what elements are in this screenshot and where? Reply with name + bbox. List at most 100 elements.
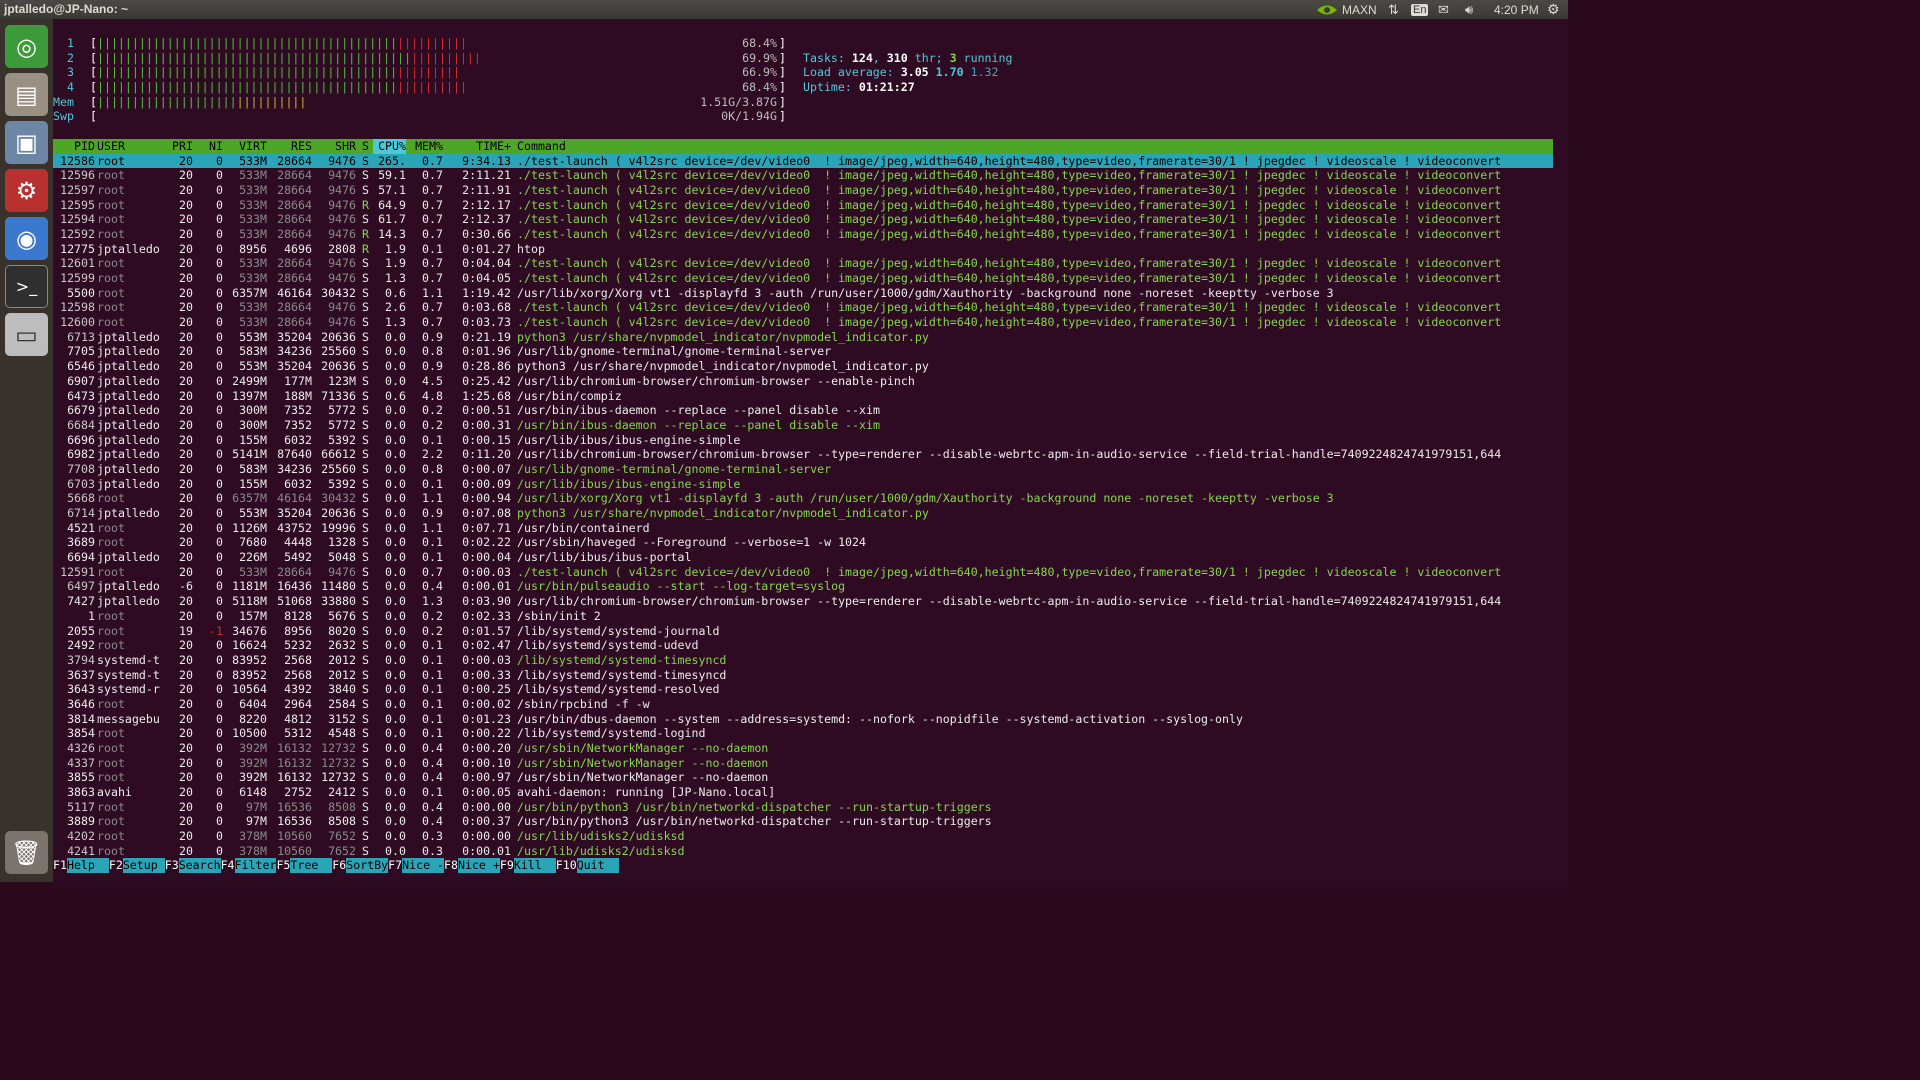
column-header-pri[interactable]: PRI (161, 139, 193, 154)
network-icon[interactable]: ⇅ (1388, 1, 1399, 18)
process-row[interactable]: 4241 root 20 0 378M 10560 7652 S 0.0 0.3 0:00.01/u… (53, 844, 1553, 859)
process-row[interactable]: 4337 root 20 0 392M 16132 12732 S 0.0 0.4 0:00.10 /… (53, 756, 1553, 771)
process-row[interactable]: 6684 jptalledo 20 0 300M 7352 5772 S 0.0 0.2 0:00.… (53, 418, 1553, 433)
fkey-label-f8[interactable]: Nice + (457, 858, 500, 873)
volume-icon[interactable]: 🔊︎ (1465, 1, 1473, 18)
process-row[interactable]: 12596 root 20 0 533M 28664 9476 S 59.1 0.7 2:11.21… (53, 168, 1553, 183)
process-row[interactable]: 6694 jptalledo 20 0 226M 5492 5048 S 0.0 0.1 0:00.… (53, 550, 1553, 565)
process-row[interactable]: 3637 systemd-t 20 0 83952 2568 2012 S 0.0 0.1 0:00… (53, 668, 1553, 683)
process-row[interactable]: 12600 root 20 0 533M 28664 9476 S 1.3 0.7 0:03.73.… (53, 315, 1553, 330)
process-row[interactable]: 5668 root 20 0 6357M 46164 30432 S 0.0 1.1 0:00.94… (53, 491, 1553, 506)
process-row[interactable]: 6713 jptalledo 20 0 553M 35204 20636 S 0.0 0.9 0:2… (53, 330, 1553, 345)
power-mode-label[interactable]: MAXN (1342, 1, 1377, 18)
ubuntu-home-icon[interactable]: ◎ (5, 25, 48, 68)
process-row[interactable]: 7427 jptalledo 20 0 5118M 51068 33880 S 0.0 1.3 0:… (53, 594, 1553, 609)
column-header-virt[interactable]: VIRT (223, 139, 267, 154)
column-header-ni[interactable]: NI (193, 139, 223, 154)
process-row[interactable]: 4521 root 20 0 1126M 43752 19996 S 0.0 1.1 0:07.71… (53, 521, 1553, 536)
column-header-user[interactable]: USER (97, 139, 167, 154)
fkey-f4[interactable]: F4 (221, 858, 235, 872)
fkey-label-f4[interactable]: Filter (234, 858, 277, 873)
process-row[interactable]: 4202 root 20 0 378M 10560 7652 S 0.0 0.3 0:00.00/u… (53, 829, 1553, 844)
process-row[interactable]: 5500 root 20 0 6357M 46164 30432 S 0.6 1.1 1:19.42… (53, 286, 1553, 301)
process-row[interactable]: 2055 root 19 -1 34676 8956 8020 S 0.0 0.2 0:01.57 /… (53, 624, 1553, 639)
process-row[interactable]: 3889 root 20 0 97M 16536 8508 S 0.0 0.4 0:00.37/us… (53, 814, 1553, 829)
fkey-f9[interactable]: F9 (500, 858, 514, 872)
process-row[interactable]: 3863 avahi 20 0 6148 2752 2412 S 0.0 0.1 0:00.05 av… (53, 785, 1553, 800)
fkey-f7[interactable]: F7 (388, 858, 402, 872)
process-row[interactable]: 6679 jptalledo 20 0 300M 7352 5772 S 0.0 0.2 0:00.… (53, 403, 1553, 418)
process-row[interactable]: 6696 jptalledo 20 0 155M 6032 5392 S 0.0 0.1 0:00.… (53, 433, 1553, 448)
files-icon[interactable]: ▤ (5, 73, 48, 116)
column-header-time[interactable]: TIME+ (445, 139, 511, 154)
clock[interactable]: 4:20 PM (1494, 1, 1539, 18)
column-header-shr[interactable]: SHR (312, 139, 356, 154)
drive-icon[interactable]: ▭ (5, 313, 48, 356)
process-row[interactable]: 12775 jptalledo 20 0 8956 4696 2808 R 1.9 0.1 0:01… (53, 242, 1553, 257)
fkey-label-f2[interactable]: Setup (122, 858, 165, 873)
fkey-f6[interactable]: F6 (332, 858, 346, 872)
process-row[interactable]: 3814 messagebu 20 0 8220 4812 3152 S 0.0 0.1 0:01.… (53, 712, 1553, 727)
process-row[interactable]: 6497 jptalledo -6 0 1181M 16436 11480 S 0.0 0.4 0:… (53, 579, 1553, 594)
process-row[interactable]: 12598 root 20 0 533M 28664 9476 S 2.6 0.7 0:03.68.… (53, 300, 1553, 315)
fkey-f3[interactable]: F3 (165, 858, 179, 872)
process-row[interactable]: 3794 systemd-t 20 0 83952 2568 2012 S 0.0 0.1 0:00… (53, 653, 1553, 668)
process-list[interactable]: 12586 root 20 0 533M 28664 9476 S 265. 0.7 9:34.13… (53, 153, 1553, 859)
column-header-cpu[interactable]: CPU% (373, 139, 406, 154)
fkey-label-f3[interactable]: Search (178, 858, 221, 873)
process-row[interactable]: 4326 root 20 0 392M 16132 12732 S 0.0 0.4 0:00.20 /… (53, 741, 1553, 756)
column-header-pid[interactable]: PID (53, 139, 95, 154)
process-row[interactable]: 12594 root 20 0 533M 28664 9476 S 61.7 0.7 2:12.37… (53, 212, 1553, 227)
process-row[interactable]: 7708 jptalledo 20 0 583M 34236 25560 S 0.0 0.8 0:0… (53, 462, 1553, 477)
fkey-label-f6[interactable]: SortBy (346, 858, 389, 873)
process-row[interactable]: 6703 jptalledo 20 0 155M 6032 5392 S 0.0 0.1 0:00.… (53, 477, 1553, 492)
process-row[interactable]: 7705 jptalledo 20 0 583M 34236 25560 S 0.0 0.8 0:0… (53, 344, 1553, 359)
settings-gear-icon[interactable]: ⚙ (1547, 1, 1560, 18)
process-row[interactable]: 5117 root 20 0 97M 16536 8508 S 0.0 0.4 0:00.00/us… (53, 800, 1553, 815)
keyboard-indicator[interactable]: En (1411, 1, 1429, 18)
fkey-f5[interactable]: F5 (276, 858, 290, 872)
fkey-f10[interactable]: F10 (556, 858, 577, 872)
system-settings-icon[interactable]: ⚙ (5, 169, 48, 212)
terminal-icon[interactable]: >_ (5, 265, 48, 308)
process-row[interactable]: 12599 root 20 0 533M 28664 9476 S 1.3 0.7 0:04.05.… (53, 271, 1553, 286)
column-header-s[interactable]: S (362, 139, 372, 154)
fkey-label-f5[interactable]: Tree (290, 858, 333, 873)
fkey-label-f7[interactable]: Nice - (402, 858, 445, 873)
process-row[interactable]: 6473 jptalledo 20 0 1397M 188M 71336 S 0.6 4.8 1:2… (53, 389, 1553, 404)
process-row[interactable]: 12601 root 20 0 533M 28664 9476 S 1.9 0.7 0:04.04.… (53, 256, 1553, 271)
process-row[interactable]: 6907 jptalledo 20 0 2499M 177M 123M S 0.0 4.5 0:25… (53, 374, 1553, 389)
terminal-window[interactable]: 1 [||||||||||||||||||||||||||||||||||||||… (53, 19, 1568, 882)
fkey-label-f1[interactable]: Help (66, 858, 109, 873)
process-row[interactable]: 12586 root 20 0 533M 28664 9476 S 265. 0.7 9:34.13… (53, 153, 1553, 169)
process-row[interactable]: 1 root 20 0 157M 8128 5676 S 0.0 0.2 0:02.33/sbin/… (53, 609, 1553, 624)
process-row[interactable]: 12591 root 20 0 533M 28664 9476 S 0.0 0.7 0:00.03.… (53, 565, 1553, 580)
trash-icon[interactable]: 🗑︎ (5, 831, 48, 874)
fkey-label-f9[interactable]: Kill (513, 858, 556, 873)
process-row[interactable]: 6546 jptalledo 20 0 553M 35204 20636 S 0.0 0.9 0:2… (53, 359, 1553, 374)
process-row[interactable]: 12592 root 20 0 533M 28664 9476 R 14.3 0.7 0:30.66… (53, 227, 1553, 242)
fkey-f2[interactable]: F2 (109, 858, 123, 872)
process-row[interactable]: 6714 jptalledo 20 0 553M 35204 20636 S 0.0 0.9 0:0… (53, 506, 1553, 521)
process-table-header[interactable]: PID USER PRI NI VIRT RES SHR S CPU% MEM% TIME+ Comm… (53, 139, 1553, 154)
process-row[interactable]: 6982 jptalledo 20 0 5141M 87640 66612 S 0.0 2.2 0:… (53, 447, 1553, 462)
process-row[interactable]: 3643 systemd-r 20 0 10564 4392 3840 S 0.0 0.1 0:00… (53, 682, 1553, 697)
process-row[interactable]: 12597 root 20 0 533M 28664 9476 S 57.1 0.7 2:11.91… (53, 183, 1553, 198)
column-header-command[interactable]: Command (517, 139, 1553, 154)
software-center-icon[interactable]: ▣ (5, 121, 48, 164)
chromium-icon[interactable]: ◉ (5, 217, 48, 260)
process-row[interactable]: 3646 root 20 0 6404 2964 2584 S 0.0 0.1 0:00.02/sb… (53, 697, 1553, 712)
process-row[interactable]: 3689 root 20 0 7680 4448 1328 S 0.0 0.1 0:02.22/us… (53, 535, 1553, 550)
process-row[interactable]: 3855 root 20 0 392M 16132 12732 S 0.0 0.4 0:00.97 /… (53, 770, 1553, 785)
fkey-f1[interactable]: F1 (53, 858, 67, 872)
process-row[interactable]: 2492 root 20 0 16624 5232 2632 S 0.0 0.1 0:02.47/l… (53, 638, 1553, 653)
column-header-mem[interactable]: MEM% (411, 139, 443, 154)
cell-pri: 20 (179, 417, 193, 432)
mail-icon[interactable]: ✉ (1438, 1, 1449, 18)
fkey-f8[interactable]: F8 (444, 858, 458, 872)
process-row[interactable]: 3854 root 20 0 10500 5312 4548 S 0.0 0.1 0:00.22/l… (53, 726, 1553, 741)
nvidia-icon[interactable] (1316, 1, 1338, 18)
process-row[interactable]: 12595 root 20 0 533M 28664 9476 R 64.9 0.7 2:12.17… (53, 198, 1553, 213)
column-header-res[interactable]: RES (267, 139, 312, 154)
fkey-label-f10[interactable]: Quit (576, 858, 619, 873)
